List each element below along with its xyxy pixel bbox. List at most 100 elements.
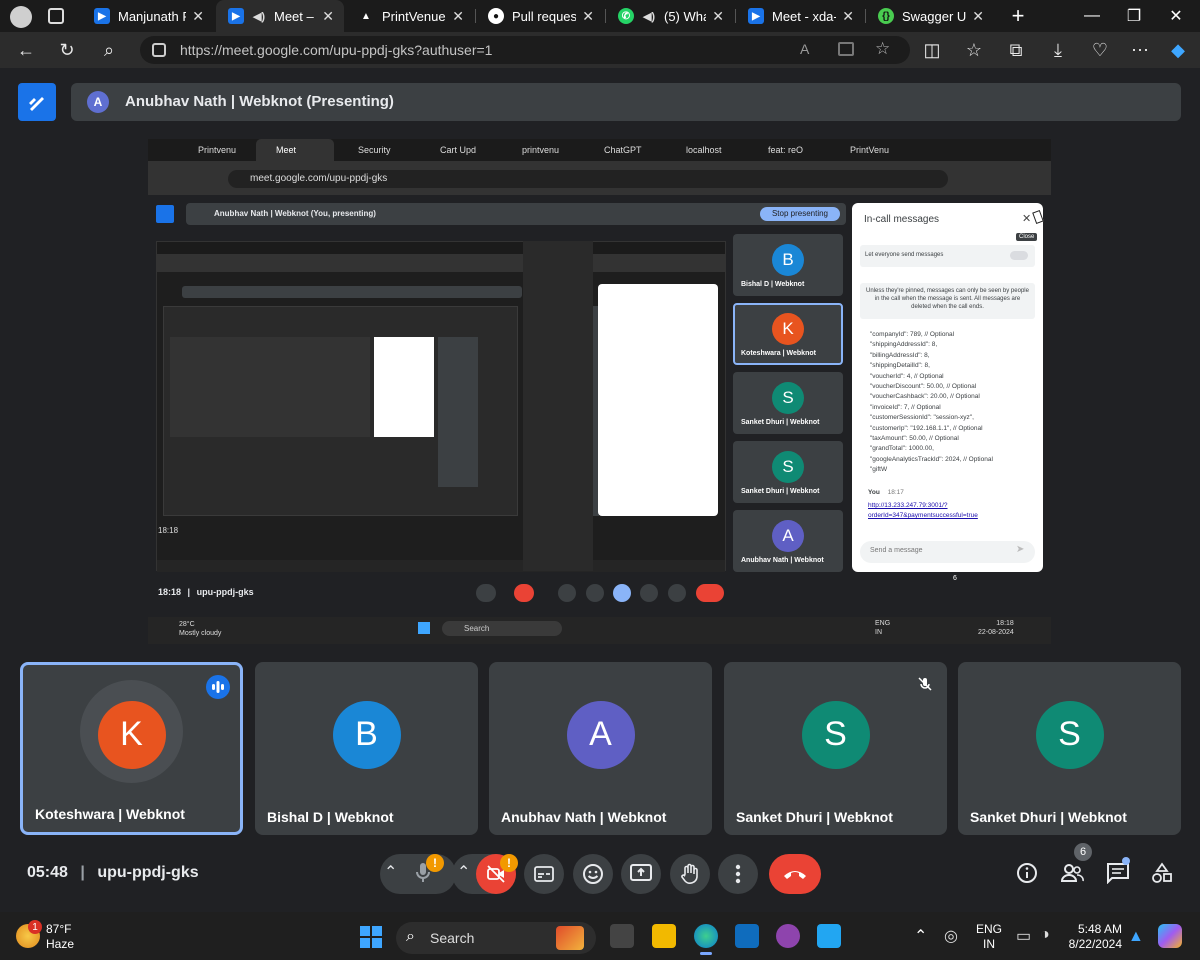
tray-icon[interactable]: ◎ xyxy=(944,926,958,946)
side-tile-avatar: A xyxy=(772,520,804,552)
participant-tile[interactable]: S Sanket Dhuri | Webknot xyxy=(724,662,947,835)
inner-emoji-button xyxy=(586,584,604,602)
side-tile-name: Koteshwara | Webknot xyxy=(741,350,816,357)
search-icon: ⌕ xyxy=(406,928,415,945)
emoji-button[interactable] xyxy=(573,854,613,894)
store-icon[interactable] xyxy=(735,924,759,948)
message-sender: You xyxy=(868,489,880,496)
split-screen-icon[interactable]: ◫ xyxy=(918,36,946,64)
profile-avatar-icon[interactable] xyxy=(10,6,32,28)
tab-close-icon[interactable]: ✕ xyxy=(582,8,594,25)
browser-tab[interactable]: ✆ ◀) (5) What ✕ xyxy=(606,0,734,32)
thumb-time: 18:18 xyxy=(158,526,179,535)
language-region: IN xyxy=(983,937,995,951)
participant-tile[interactable]: S Sanket Dhuri | Webknot xyxy=(958,662,1181,835)
raise-hand-button[interactable] xyxy=(670,854,710,894)
more-menu-icon[interactable]: ⋯ xyxy=(1126,36,1154,64)
copilot-icon[interactable]: ◆ xyxy=(1164,36,1192,64)
read-aloud-icon[interactable]: A xyxy=(800,41,809,57)
language-indicator[interactable]: ENG IN xyxy=(976,922,1002,952)
video-settings-chevron-icon[interactable]: ⌃ xyxy=(457,862,470,882)
weather-widget[interactable]: 87°F Haze xyxy=(46,922,74,952)
file-explorer-icon[interactable] xyxy=(652,924,676,948)
app-icon[interactable] xyxy=(776,924,800,948)
browser-essentials-icon[interactable]: ♡ xyxy=(1086,36,1114,64)
app-available-icon[interactable] xyxy=(838,42,854,56)
tab-close-icon[interactable]: ✕ xyxy=(322,8,334,25)
meet-icon: ▶ xyxy=(228,8,244,24)
inner-weather-temp: 28°C xyxy=(179,621,195,628)
minimize-button[interactable]: — xyxy=(1076,4,1108,28)
back-button[interactable]: ← xyxy=(12,36,40,64)
participant-count-badge: 6 xyxy=(1074,843,1092,861)
edge-browser-icon[interactable] xyxy=(694,924,718,948)
speaker-icon[interactable]: ◀) xyxy=(642,8,656,24)
downloads-icon[interactable]: ⤓ xyxy=(1044,36,1072,64)
taskbar-search-box[interactable]: ⌕ Search xyxy=(396,922,596,954)
meet-logo-icon[interactable] xyxy=(18,83,56,121)
browser-tab[interactable]: {} Swagger UI ✕ xyxy=(866,0,994,32)
taskbar-clock[interactable]: 5:48 AM 8/22/2024 xyxy=(1060,922,1122,952)
more-options-button[interactable] xyxy=(718,854,758,894)
participant-tile[interactable]: B Bishal D | Webknot xyxy=(255,662,478,835)
inner-url-text: meet.google.com/upu-ppdj-gks xyxy=(250,173,388,184)
inner-captions-button xyxy=(558,584,576,602)
tab-close-icon[interactable]: ✕ xyxy=(842,8,854,25)
browser-tab-active[interactable]: ▶ ◀) Meet – up ✕ xyxy=(216,0,344,32)
address-bar[interactable]: https://meet.google.com/upu-ppdj-gks?aut… xyxy=(140,36,910,64)
audio-level-icon xyxy=(206,675,230,699)
toggle-switch xyxy=(1010,251,1028,260)
participant-tile[interactable]: A Anubhav Nath | Webknot xyxy=(489,662,712,835)
search-icon[interactable]: ⌕ xyxy=(95,36,123,64)
thumb-presenting-bar xyxy=(182,286,522,298)
vscode-icon[interactable] xyxy=(817,924,841,948)
weather-alert-badge: 1 xyxy=(28,920,42,934)
copilot-taskbar-icon[interactable] xyxy=(1158,924,1182,948)
present-screen-button[interactable] xyxy=(621,854,661,894)
leave-call-button[interactable] xyxy=(769,854,821,894)
muted-mic-icon xyxy=(913,672,937,696)
favorites-icon[interactable]: ☆ xyxy=(960,36,988,64)
close-window-button[interactable]: ✕ xyxy=(1160,4,1192,28)
browser-tab[interactable]: ● Pull requests ✕ xyxy=(476,0,604,32)
browser-tab[interactable]: ▶ Manjunath R ✕ xyxy=(82,0,214,32)
display-icon[interactable]: ▭ xyxy=(1016,926,1031,946)
speaker-icon[interactable]: ◀) xyxy=(252,8,266,24)
maximize-button[interactable]: ❐ xyxy=(1118,4,1150,28)
task-view-icon[interactable] xyxy=(610,924,634,948)
chat-button[interactable] xyxy=(1106,862,1130,889)
inner-lang-code: ENG xyxy=(875,620,891,627)
meeting-details-button[interactable] xyxy=(1016,862,1038,889)
tab-close-icon[interactable]: ✕ xyxy=(452,8,464,25)
inner-presenting-title: Anubhav Nath | Webknot (You, presenting) xyxy=(214,209,376,218)
activities-button[interactable] xyxy=(1151,862,1173,889)
browser-tab[interactable]: ▲ PrintVenue ✕ xyxy=(346,0,474,32)
favorite-star-icon[interactable]: ☆ xyxy=(875,39,890,59)
participant-name: Bishal D | Webknot xyxy=(267,809,394,825)
tab-actions-icon[interactable] xyxy=(48,8,64,24)
url-text[interactable]: https://meet.google.com/upu-ppdj-gks?aut… xyxy=(180,42,492,58)
reload-button[interactable]: ↻ xyxy=(53,36,81,64)
code-line: "voucherId": 4, // Optional xyxy=(870,372,944,380)
audio-settings-chevron-icon[interactable]: ⌃ xyxy=(384,862,397,882)
side-tile-name: Sanket Dhuri | Webknot xyxy=(741,488,820,495)
meeting-info: 05:48 | upu-ppdj-gks xyxy=(27,864,199,881)
participant-tile-speaking[interactable]: K Koteshwara | Webknot xyxy=(20,662,243,835)
site-info-icon[interactable] xyxy=(152,43,166,57)
captions-button[interactable] xyxy=(524,854,564,894)
tab-close-icon[interactable]: ✕ xyxy=(712,8,724,25)
tab-close-icon[interactable]: ✕ xyxy=(972,8,984,25)
notification-bell-icon[interactable]: ▲ xyxy=(1128,928,1144,946)
windows-start-icon[interactable] xyxy=(360,926,382,948)
browser-tab[interactable]: ▶ Meet - xda-zj ✕ xyxy=(736,0,864,32)
active-app-indicator xyxy=(700,952,712,955)
inner-taskbar xyxy=(148,617,1051,644)
collections-icon[interactable]: ⧉ xyxy=(1002,36,1030,64)
tray-chevron-icon[interactable]: ⌃ xyxy=(914,926,927,946)
people-button[interactable] xyxy=(1060,862,1084,889)
network-icon[interactable]: ◑ xyxy=(1040,926,1050,944)
tab-close-icon[interactable]: ✕ xyxy=(192,8,204,25)
inner-tab: feat: reO xyxy=(768,145,804,155)
participant-name: Anubhav Nath | Webknot xyxy=(501,809,667,825)
new-tab-button[interactable]: + xyxy=(1002,3,1034,28)
